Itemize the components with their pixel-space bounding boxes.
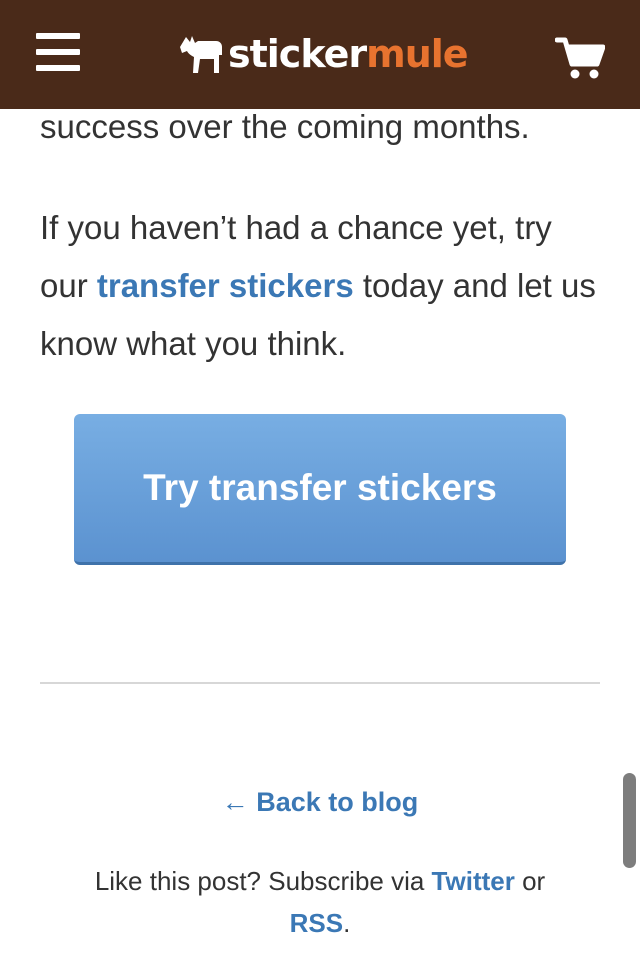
logo-text-mule: mule [366,32,468,76]
top-nav-bar: sticker mule [0,0,640,109]
stickermule-logo[interactable]: sticker mule [178,26,469,82]
section-divider [40,682,600,684]
shopping-cart-icon[interactable] [554,36,606,80]
subscribe-text: Like this post? Subscribe via Twitter or… [40,860,600,944]
scrollbar-thumb[interactable] [623,773,636,868]
subscribe-or: or [514,866,546,896]
subscribe-period: . [343,908,351,938]
rss-link[interactable]: RSS [290,908,343,938]
back-to-blog-link[interactable]: ← Back to blog [222,787,419,817]
subscribe-prefix: Like this post? Subscribe via [94,866,432,896]
mule-logo-icon [180,36,222,73]
logo-text-sticker: sticker [228,32,367,76]
twitter-link[interactable]: Twitter [432,866,515,896]
article-paragraph-2: If you haven’t had a chance yet, try our… [40,199,600,373]
hamburger-menu-icon[interactable] [36,33,82,73]
transfer-stickers-link[interactable]: transfer stickers [97,267,354,304]
try-transfer-stickers-button[interactable]: Try transfer stickers [74,414,566,565]
back-to-blog-container: ← Back to blog [0,782,640,822]
